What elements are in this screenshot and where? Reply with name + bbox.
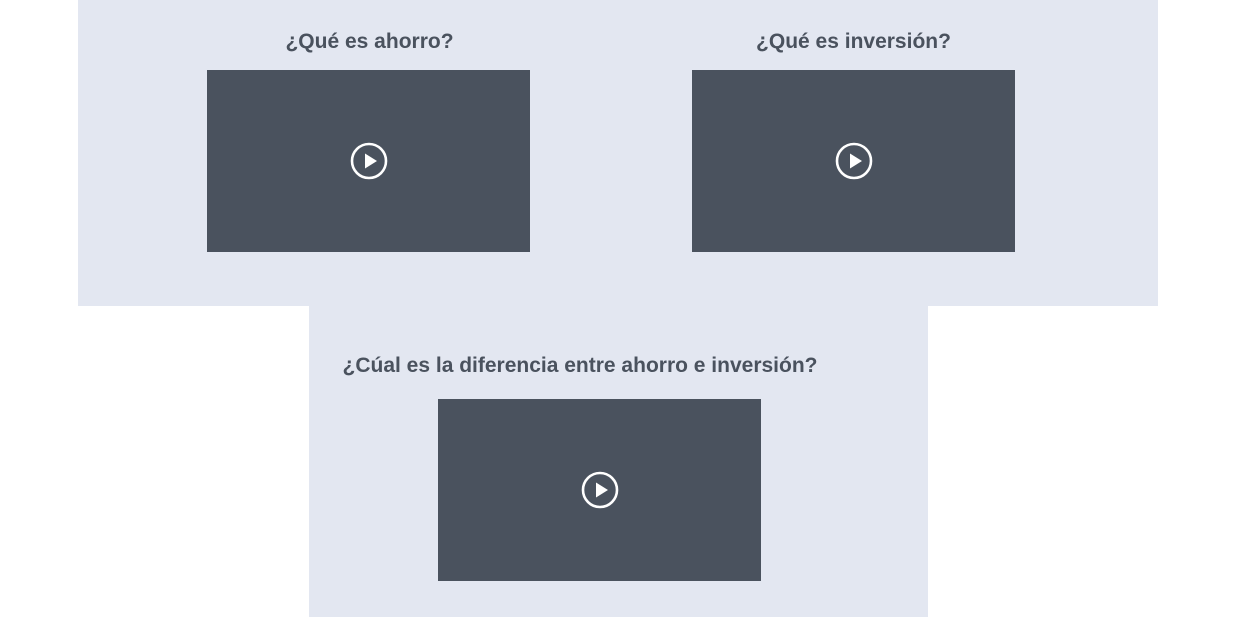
video-player-ahorro[interactable] bbox=[207, 70, 530, 252]
video-player-inversion[interactable] bbox=[692, 70, 1015, 252]
video-title-ahorro: ¿Qué es ahorro? bbox=[285, 30, 454, 53]
play-circle-icon[interactable] bbox=[835, 142, 873, 180]
video-player-diferencia[interactable] bbox=[438, 399, 761, 581]
videos-panel-bottom: ¿Cúal es la diferencia entre ahorro e in… bbox=[309, 306, 928, 617]
play-circle-icon[interactable] bbox=[350, 142, 388, 180]
videos-section: ¿Qué es ahorro? ¿Qué es inversión? ¿Cúal… bbox=[0, 0, 1238, 617]
videos-panel-top: ¿Qué es ahorro? ¿Qué es inversión? bbox=[78, 0, 1158, 306]
video-title-diferencia: ¿Cúal es la diferencia entre ahorro e in… bbox=[342, 354, 818, 377]
play-circle-icon[interactable] bbox=[581, 471, 619, 509]
video-title-inversion: ¿Qué es inversión? bbox=[756, 30, 951, 53]
